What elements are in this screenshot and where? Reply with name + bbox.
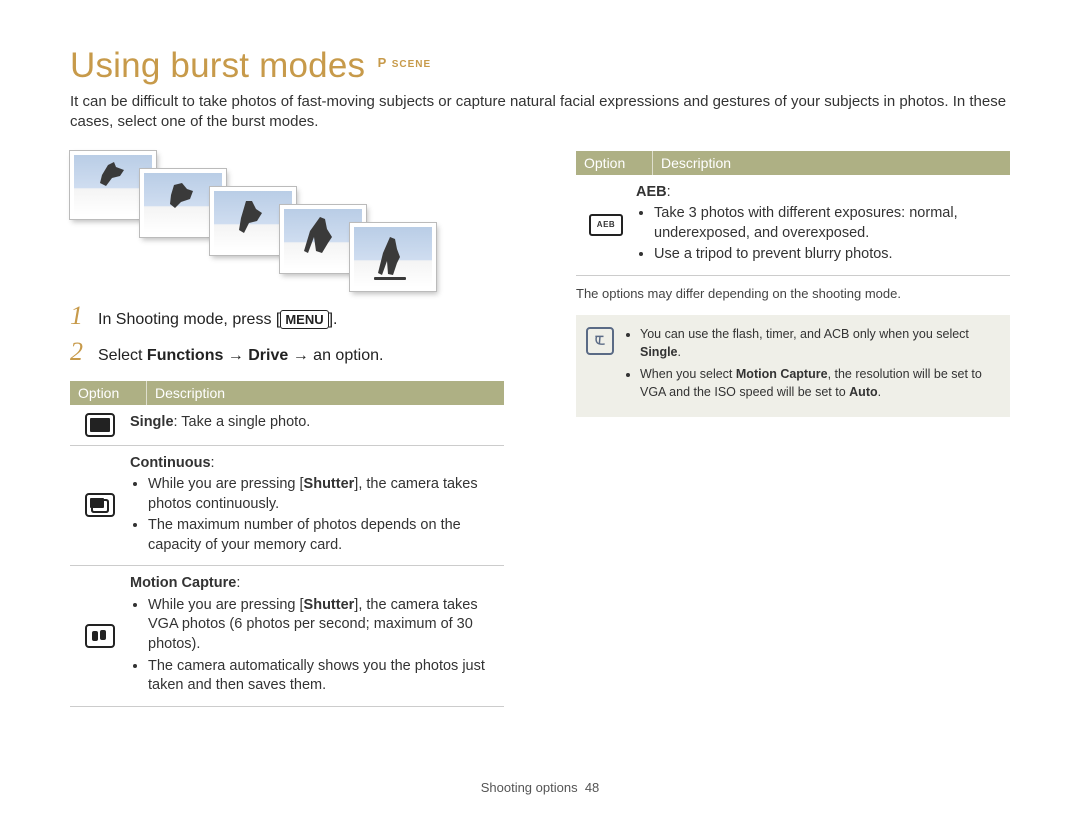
- step-1-post: ].: [329, 311, 338, 328]
- mode-tag-scene: SCENE: [392, 59, 431, 70]
- step-2-text: Select Functions → Drive → an option.: [98, 347, 383, 365]
- n1a: You can use the flash, timer, and ACB on…: [640, 327, 969, 341]
- n1b: Single: [640, 345, 678, 359]
- n1c: .: [678, 345, 681, 359]
- single-title: Single: [130, 414, 174, 430]
- motion-colon: :: [236, 575, 240, 591]
- continuous-bullet-1: While you are pressing [Shutter], the ca…: [148, 475, 498, 514]
- step-1-text: In Shooting mode, press [MENU].: [98, 310, 338, 329]
- aeb-title: AEB: [636, 184, 667, 200]
- options-table-right: Option Description AEB AEB: Take 3 photo…: [576, 151, 1010, 276]
- motion-capture-icon: [85, 624, 115, 648]
- aeb-bullet-1: Take 3 photos with different exposures: …: [654, 204, 1004, 243]
- aeb-icon: AEB: [589, 214, 623, 236]
- n2e: .: [878, 385, 881, 399]
- note-bullet-2: When you select Motion Capture, the reso…: [640, 365, 998, 401]
- single-icon: [85, 413, 115, 437]
- motion-bullet-2: The camera automatically shows you the p…: [148, 657, 498, 696]
- continuous-bullet-2: The maximum number of photos depends on …: [148, 516, 498, 555]
- note-bullet-1: You can use the flash, timer, and ACB on…: [640, 325, 998, 361]
- intro-text: It can be difficult to take photos of fa…: [70, 92, 1010, 133]
- continuous-colon: :: [211, 455, 215, 471]
- continuous-title: Continuous: [130, 455, 211, 471]
- footer-page: 48: [585, 780, 599, 795]
- step-2-drive: Drive: [248, 347, 288, 364]
- row-aeb: AEB AEB: Take 3 photos with different ex…: [576, 175, 1010, 276]
- right-column: Option Description AEB AEB: Take 3 photo…: [576, 151, 1010, 707]
- options-table-left: Option Description Single: Take a single…: [70, 381, 504, 707]
- step-1-pre: In Shooting mode, press [: [98, 311, 280, 328]
- aeb-bullet-2: Use a tripod to prevent blurry photos.: [654, 245, 1004, 265]
- left-column: 1 In Shooting mode, press [MENU]. 2 Sele…: [70, 151, 504, 707]
- th-description: Description: [147, 381, 504, 405]
- th-option: Option: [70, 381, 147, 405]
- note-box: You can use the flash, timer, and ACB on…: [576, 315, 1010, 418]
- row-continuous: Continuous: While you are pressing [Shut…: [70, 446, 504, 567]
- th-option-r: Option: [576, 151, 653, 175]
- mb1b: Shutter: [304, 597, 355, 613]
- mode-tag: P SCENE: [378, 55, 432, 70]
- note-icon: [586, 327, 614, 355]
- cb1a: While you are pressing [: [148, 476, 304, 492]
- motion-bullet-1: While you are pressing [Shutter], the ca…: [148, 596, 498, 655]
- step-2-pre: Select: [98, 347, 147, 364]
- page-title: Using burst modes: [70, 46, 365, 85]
- cb1b: Shutter: [304, 476, 355, 492]
- aeb-colon: :: [667, 184, 671, 200]
- n2b: Motion Capture: [736, 367, 828, 381]
- mode-tag-p: P: [378, 55, 387, 70]
- th-description-r: Description: [653, 151, 1010, 175]
- thumbnail-5: [350, 223, 436, 291]
- step-1: 1 In Shooting mode, press [MENU].: [70, 301, 504, 331]
- mb1a: While you are pressing [: [148, 597, 304, 613]
- step-2-functions: Functions: [147, 347, 223, 364]
- n2d: Auto: [849, 385, 877, 399]
- page-footer: Shooting options 48: [0, 780, 1080, 795]
- step-2-num: 2: [70, 337, 88, 367]
- title-row: Using burst modes P SCENE: [70, 46, 1010, 86]
- footnote: The options may differ depending on the …: [576, 286, 1010, 301]
- burst-thumbnails: [70, 151, 504, 281]
- n2a: When you select: [640, 367, 736, 381]
- table-header-right: Option Description: [576, 151, 1010, 175]
- footer-section: Shooting options: [481, 780, 578, 795]
- step-2-rest: → an option.: [288, 347, 383, 364]
- step-2-arrow1: →: [223, 347, 248, 364]
- menu-button-label: MENU: [280, 310, 328, 329]
- single-desc: : Take a single photo.: [174, 414, 311, 430]
- row-single: Single: Take a single photo.: [70, 405, 504, 446]
- table-header: Option Description: [70, 381, 504, 405]
- motion-capture-title: Motion Capture: [130, 575, 236, 591]
- step-2: 2 Select Functions → Drive → an option.: [70, 337, 504, 367]
- continuous-icon: [85, 493, 115, 517]
- step-1-num: 1: [70, 301, 88, 331]
- row-motion-capture: Motion Capture: While you are pressing […: [70, 566, 504, 706]
